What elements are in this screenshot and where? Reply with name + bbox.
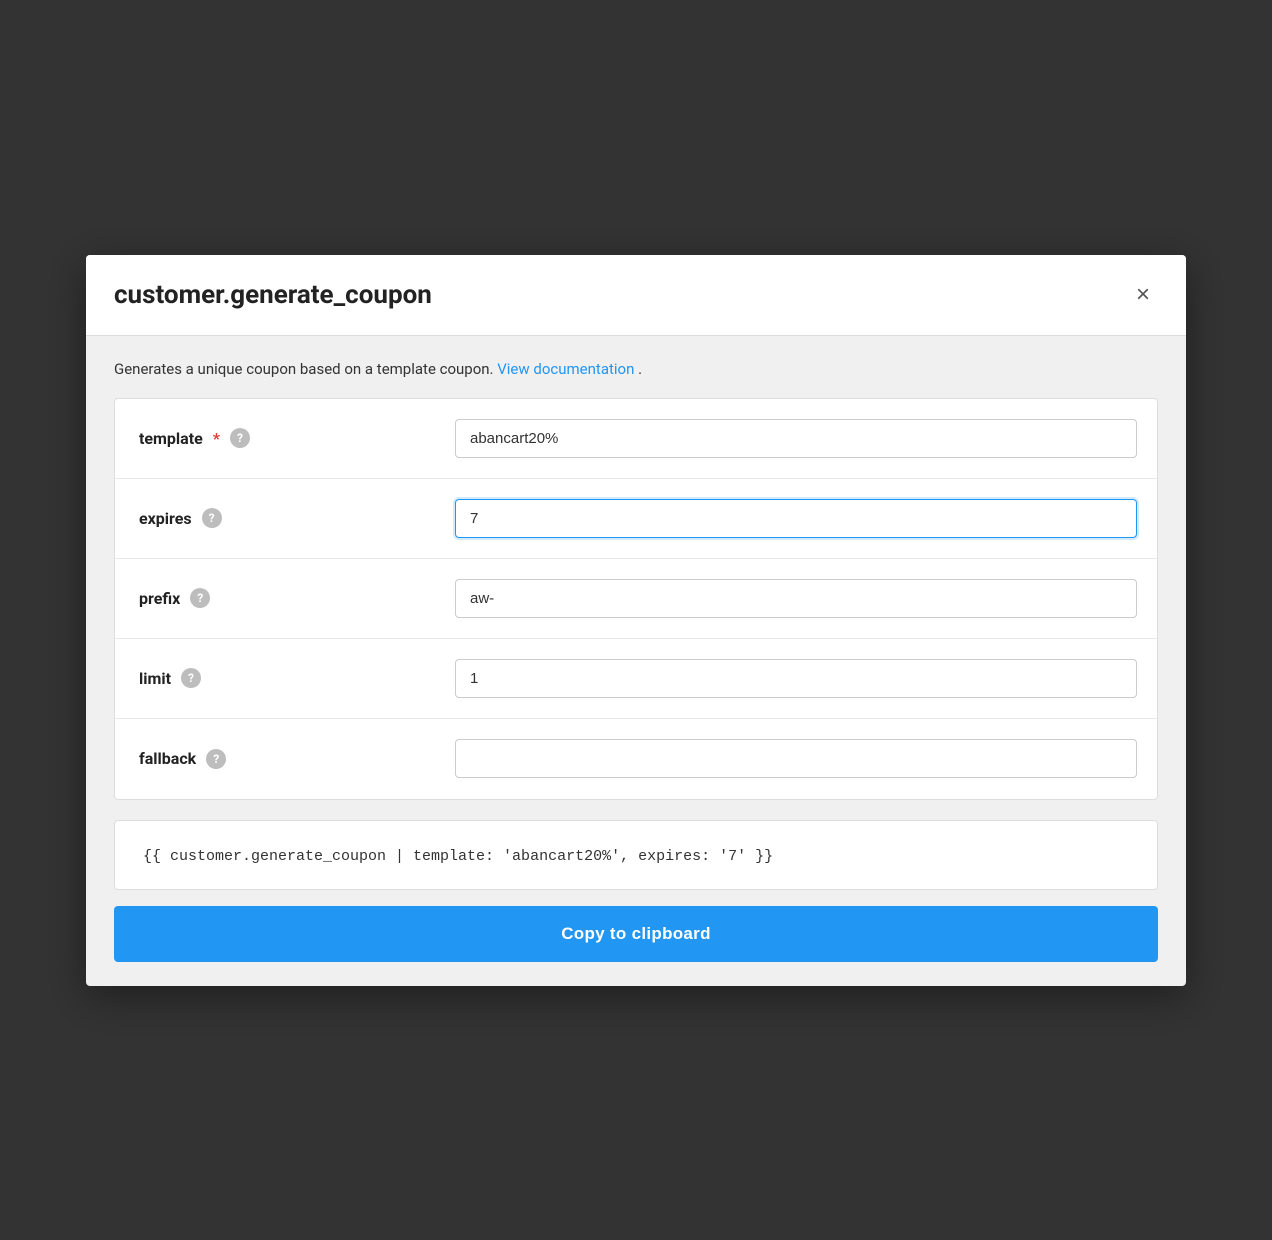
- limit-input[interactable]: [455, 659, 1137, 698]
- code-preview: {{ customer.generate_coupon | template: …: [114, 820, 1158, 890]
- label-template: template: [139, 429, 203, 448]
- input-cell-fallback: [435, 723, 1157, 794]
- input-cell-template: [435, 403, 1157, 474]
- input-cell-expires: [435, 483, 1157, 554]
- description-text: Generates a unique coupon based on a tem…: [114, 360, 1158, 378]
- label-cell-template: template * ?: [115, 412, 435, 464]
- template-input[interactable]: [455, 419, 1137, 458]
- help-icon-limit[interactable]: ?: [181, 668, 201, 688]
- copy-to-clipboard-button[interactable]: Copy to clipboard: [114, 906, 1158, 962]
- help-icon-expires[interactable]: ?: [202, 508, 222, 528]
- description-static: Generates a unique coupon based on a tem…: [114, 360, 497, 378]
- modal-overlay: customer.generate_coupon × Generates a u…: [0, 0, 1272, 1240]
- form-row-limit: limit ?: [115, 639, 1157, 719]
- label-cell-expires: expires ?: [115, 492, 435, 544]
- required-indicator-template: *: [213, 429, 220, 448]
- input-cell-prefix: [435, 563, 1157, 634]
- form-row-expires: expires ?: [115, 479, 1157, 559]
- modal-title: customer.generate_coupon: [114, 280, 432, 310]
- close-button[interactable]: ×: [1128, 279, 1158, 311]
- modal-dialog: customer.generate_coupon × Generates a u…: [86, 255, 1186, 986]
- label-cell-limit: limit ?: [115, 652, 435, 704]
- input-cell-limit: [435, 643, 1157, 714]
- modal-body: Generates a unique coupon based on a tem…: [86, 336, 1186, 986]
- help-icon-fallback[interactable]: ?: [206, 749, 226, 769]
- label-prefix: prefix: [139, 589, 180, 608]
- label-fallback: fallback: [139, 749, 196, 768]
- label-cell-prefix: prefix ?: [115, 572, 435, 624]
- code-preview-text: {{ customer.generate_coupon | template: …: [143, 848, 773, 865]
- prefix-input[interactable]: [455, 579, 1137, 618]
- form-table: template * ? expires ?: [114, 398, 1158, 800]
- expires-input[interactable]: [455, 499, 1137, 538]
- form-row-prefix: prefix ?: [115, 559, 1157, 639]
- help-icon-prefix[interactable]: ?: [190, 588, 210, 608]
- label-cell-fallback: fallback ?: [115, 733, 435, 785]
- form-row-template: template * ?: [115, 399, 1157, 479]
- description-suffix: .: [638, 360, 642, 378]
- modal-header: customer.generate_coupon ×: [86, 255, 1186, 336]
- help-icon-template[interactable]: ?: [230, 428, 250, 448]
- label-limit: limit: [139, 669, 171, 688]
- form-row-fallback: fallback ?: [115, 719, 1157, 799]
- view-documentation-link[interactable]: View documentation: [497, 360, 634, 378]
- fallback-input[interactable]: [455, 739, 1137, 778]
- label-expires: expires: [139, 509, 192, 528]
